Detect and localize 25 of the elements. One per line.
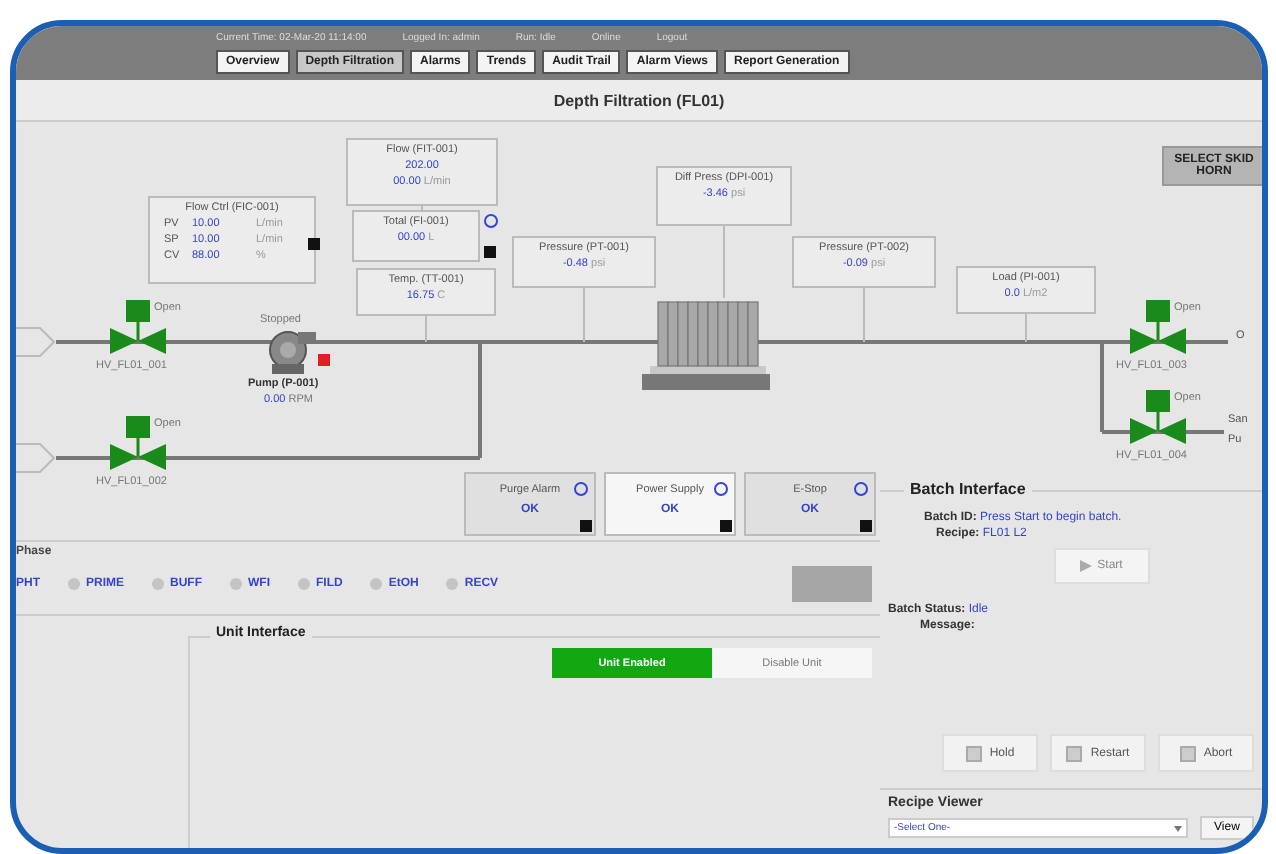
blank-indicator (792, 566, 872, 602)
phase-indicator (152, 578, 165, 590)
ring-icon (484, 214, 498, 228)
pump-icon[interactable] (266, 330, 318, 374)
phase-indicator (298, 578, 311, 590)
control-icon (1179, 745, 1196, 761)
page-title: Depth Filtration (FL01) (16, 80, 1262, 122)
phase-indicator (230, 578, 243, 590)
phase-indicator (446, 578, 459, 590)
phase-indicator (370, 578, 383, 590)
filter-housing-drawing (642, 298, 770, 390)
ring-icon (714, 482, 728, 496)
square-icon (860, 520, 872, 532)
caret-icon (1174, 825, 1182, 831)
control-icon (965, 745, 982, 761)
control-icon (1066, 745, 1083, 761)
play-icon (1079, 560, 1092, 572)
ring-icon (574, 482, 588, 496)
batch-interface-title: Batch Interface (904, 480, 1032, 498)
ring-icon (854, 482, 868, 496)
square-icon (720, 520, 732, 532)
square-icon (580, 520, 592, 532)
square-icon (308, 238, 320, 250)
square-icon (484, 246, 496, 258)
phase-indicator (68, 578, 80, 590)
